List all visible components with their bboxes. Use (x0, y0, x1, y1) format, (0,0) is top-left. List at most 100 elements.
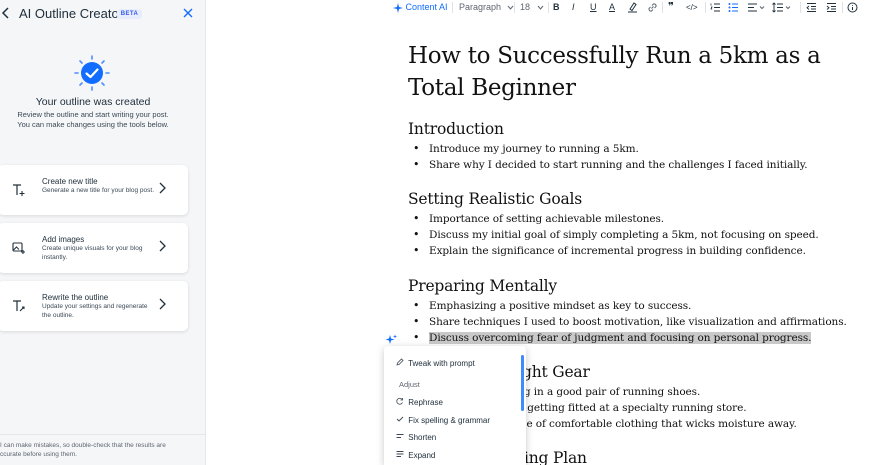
subtitle-line: Review the outline and start writing you… (17, 110, 169, 119)
tweak-with-prompt-item[interactable]: Tweak with prompt (396, 358, 475, 368)
post-title[interactable]: How to Successfully Run a 5km as a Total… (408, 40, 828, 104)
checkmark-badge-icon (74, 55, 110, 91)
italic-button[interactable]: I (572, 0, 575, 15)
list-item[interactable]: Emphasizing a positive mindset as key to… (412, 298, 847, 314)
panel-title: AI Outline Creator (19, 6, 124, 21)
paragraph-style-select[interactable]: Paragraph (459, 0, 514, 15)
chevron-down-icon (507, 5, 513, 10)
fix-spelling-item[interactable]: Fix spelling & grammar (396, 415, 490, 425)
content-ai-label: Content AI (405, 2, 448, 12)
text-color-button[interactable]: A (609, 0, 615, 15)
bullet-list: Emphasizing a positive mindset as key to… (412, 298, 847, 346)
ai-action-menu: Tweak with prompt Adjust Rephrase Fix sp… (384, 346, 526, 465)
menu-item-label: Tweak with prompt (408, 359, 475, 368)
highlighter-icon[interactable] (627, 0, 638, 15)
chevron-down-icon (537, 5, 543, 10)
refresh-icon (396, 397, 406, 407)
chevron-right-icon (158, 239, 166, 256)
list-item[interactable]: Explain the significance of incremental … (412, 243, 819, 259)
disclaimer-line: ccurate before using them. (0, 451, 77, 458)
font-size-select[interactable]: 18 (520, 0, 544, 15)
content-ai-button[interactable]: Content AI (393, 0, 448, 15)
bullet-list-partial: ing in a good pair of running shoes. of … (512, 384, 797, 432)
list-item[interactable]: nce of comfortable clothing that wicks m… (512, 416, 797, 432)
disclaimer-line: I can make mistakes, so double-check tha… (0, 442, 166, 449)
close-icon[interactable] (183, 6, 193, 23)
create-new-title-card[interactable]: Create new title Generate a new title fo… (0, 165, 188, 215)
shorten-icon (396, 432, 406, 442)
beta-badge: BETA (117, 9, 142, 19)
list-item[interactable]: ing in a good pair of running shoes. (512, 384, 797, 400)
bullet-list: Introduce my journey to running a 5km. S… (412, 141, 808, 173)
card-description: Generate a new title for your blog post. (42, 187, 155, 194)
adjust-section-label: Adjust (399, 380, 420, 389)
list-item[interactable]: Share techniques I used to boost motivat… (412, 314, 847, 330)
numbered-list-icon[interactable] (710, 0, 721, 15)
toolbar-divider (548, 2, 549, 13)
card-title: Add images (42, 235, 85, 244)
font-size-value: 18 (520, 2, 531, 12)
expand-icon (396, 450, 406, 460)
list-item[interactable]: Introduce my journey to running a 5km. (412, 141, 807, 157)
align-left-icon[interactable] (747, 0, 765, 15)
menu-item-label: Expand (408, 451, 436, 460)
card-title: Rewrite the outline (42, 293, 109, 302)
subtitle-line: You can make changes using the tools bel… (17, 120, 169, 129)
list-item[interactable]: of getting fitted at a specialty running… (512, 400, 797, 416)
card-description: Update your settings and regenerate the … (42, 303, 148, 319)
section-heading[interactable]: Preparing Mentally (408, 277, 557, 295)
section-heading[interactable]: ght Gear (522, 363, 590, 381)
text-rewrite-icon (12, 299, 26, 313)
card-title: Create new title (42, 177, 98, 186)
back-icon[interactable] (1, 6, 13, 22)
menu-item-label: Fix spelling & grammar (408, 416, 491, 425)
ai-outline-panel: AI Outline Creator BETA Your outline was… (0, 0, 206, 465)
toolbar-divider (800, 2, 801, 13)
chevron-right-icon (158, 181, 166, 198)
link-icon[interactable] (647, 0, 658, 15)
menu-item-label: Rephrase (408, 398, 443, 407)
bullet-list-icon[interactable] (728, 0, 739, 15)
toolbar-divider (705, 2, 706, 13)
underline-button[interactable]: U (590, 0, 597, 15)
document-canvas[interactable]: How to Successfully Run a 5km as a Total… (206, 16, 880, 465)
paragraph-style-value: Paragraph (459, 2, 502, 12)
list-item-selected[interactable]: Discuss overcoming fear of judgment and … (412, 330, 847, 346)
expand-item[interactable]: Expand (396, 450, 435, 460)
list-item[interactable]: Discuss my initial goal of simply comple… (412, 227, 819, 243)
rephrase-item[interactable]: Rephrase (396, 397, 443, 407)
line-height-icon[interactable] (772, 0, 792, 15)
add-images-card[interactable]: Add images Create unique visuals for you… (0, 223, 188, 273)
section-heading[interactable]: Setting Realistic Goals (408, 190, 582, 208)
code-button[interactable]: </> (686, 0, 698, 15)
rewrite-outline-card[interactable]: Rewrite the outline Update your settings… (0, 281, 188, 331)
indent-increase-icon[interactable] (826, 0, 837, 15)
toolbar-divider (514, 2, 515, 13)
image-add-icon (12, 241, 26, 255)
selected-text[interactable]: Discuss overcoming fear of judgment and … (429, 332, 812, 344)
toolbar-divider (662, 2, 663, 13)
list-item[interactable]: Importance of setting achievable milesto… (412, 211, 819, 227)
list-item[interactable]: Share why I decided to start running and… (412, 157, 808, 173)
menu-scrollbar[interactable] (521, 355, 524, 411)
ai-disclaimer: I can make mistakes, so double-check tha… (0, 434, 206, 465)
section-heading[interactable]: ing Plan (524, 449, 587, 465)
bold-button[interactable]: B (553, 0, 560, 15)
chevron-right-icon (158, 297, 166, 314)
pencil-icon (396, 358, 406, 368)
toolbar-divider (842, 2, 843, 13)
sparkle-icon (393, 2, 403, 13)
text-add-icon (12, 183, 26, 197)
quote-button[interactable]: ❞ (668, 0, 674, 15)
info-icon[interactable] (847, 0, 858, 15)
sparkle-icon[interactable] (385, 331, 397, 344)
menu-item-label: Shorten (408, 433, 437, 442)
outline-created-title: Your outline was created (35, 96, 151, 108)
indent-decrease-icon[interactable] (806, 0, 817, 15)
shorten-item[interactable]: Shorten (396, 432, 436, 442)
editor-toolbar: Content AI Paragraph 18 B I U A ❞ </> (206, 0, 880, 16)
bullet-list: Importance of setting achievable milesto… (412, 211, 819, 259)
section-heading[interactable]: Introduction (408, 120, 504, 138)
outline-created-subtitle: Review the outline and start writing you… (0, 110, 186, 130)
check-icon (396, 415, 406, 425)
